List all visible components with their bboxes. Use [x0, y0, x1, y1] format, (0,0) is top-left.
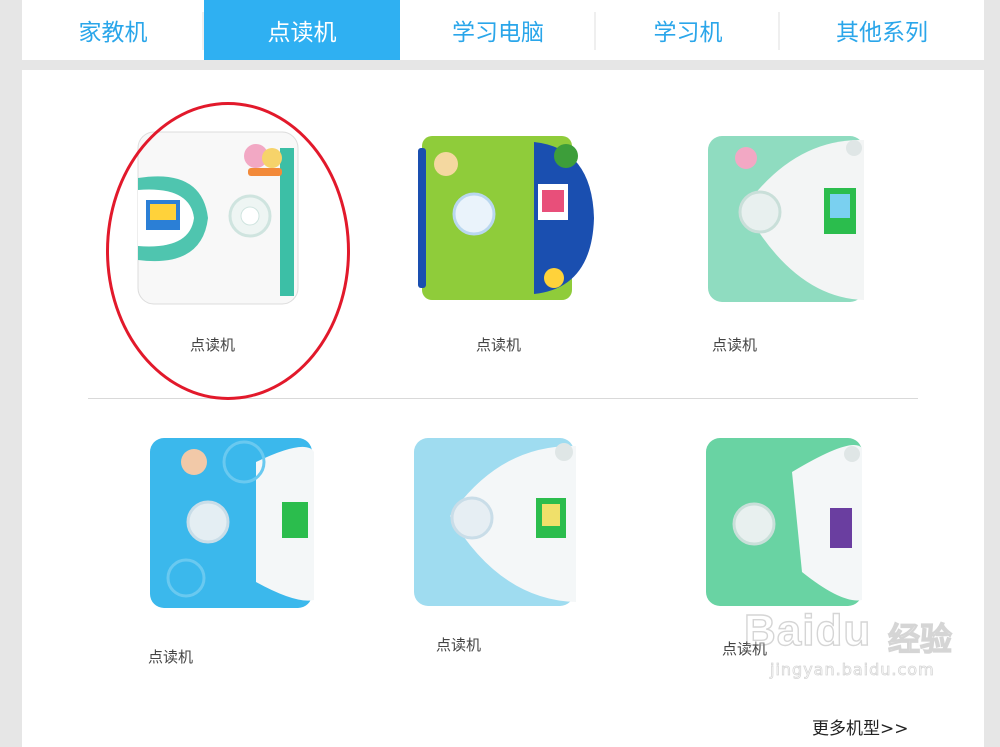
- product-label: 点读机: [436, 636, 482, 654]
- tab-other-series[interactable]: 其他系列: [780, 0, 984, 60]
- device-image: [137, 131, 299, 305]
- tab-label: 其他系列: [836, 20, 928, 46]
- product-label: 点读机: [712, 336, 758, 354]
- row-divider: [88, 398, 918, 399]
- product-card[interactable]: 点读机: [416, 128, 606, 368]
- product-label: 点读机: [190, 336, 236, 354]
- device-image: [150, 438, 314, 608]
- device-image: [418, 136, 594, 300]
- device-image: [414, 438, 576, 606]
- tab-label: 学习机: [653, 20, 723, 46]
- tab-learning-computer[interactable]: 学习电脑: [400, 0, 596, 60]
- tab-tutor-machine[interactable]: 家教机: [22, 0, 204, 60]
- product-label: 点读机: [476, 336, 522, 354]
- device-image: [706, 438, 862, 606]
- tab-learning-machine[interactable]: 学习机: [596, 0, 780, 60]
- more-models-link[interactable]: 更多机型>>: [812, 714, 909, 739]
- category-tabs: 家教机 点读机 学习电脑 学习机 其他系列: [22, 0, 984, 60]
- product-card[interactable]: 点读机: [704, 128, 874, 368]
- tab-reading-pen[interactable]: 点读机: [204, 0, 400, 60]
- tab-label: 家教机: [78, 20, 148, 46]
- product-card[interactable]: 点读机: [702, 432, 872, 672]
- tab-label: 点读机: [267, 20, 337, 46]
- device-image: [708, 136, 864, 302]
- product-label: 点读机: [722, 640, 768, 658]
- product-card[interactable]: 点读机: [146, 432, 336, 672]
- product-card[interactable]: 点读机: [132, 128, 302, 368]
- product-card[interactable]: 点读机: [410, 432, 600, 672]
- product-label: 点读机: [148, 648, 194, 666]
- tab-label: 学习电脑: [452, 20, 544, 46]
- product-panel: 点读机 点读机 点读机 点读机 点读机 点读机 更多机型>>: [22, 70, 984, 747]
